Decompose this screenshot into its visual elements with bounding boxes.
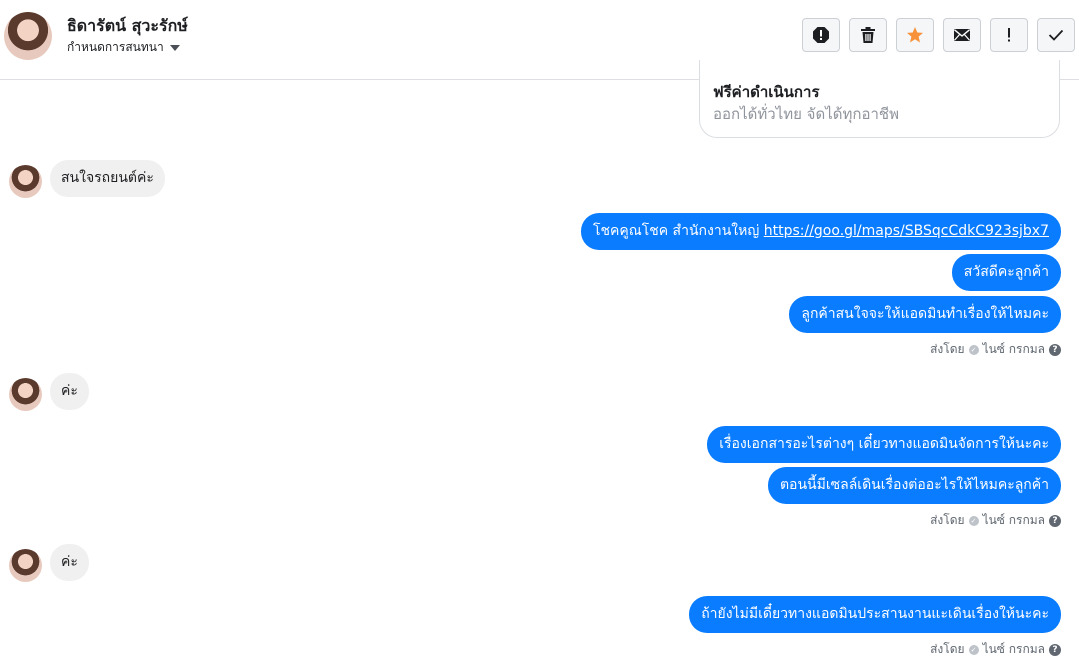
outgoing-message: เรื่องเอกสารอะไรต่างๆ เดี๋ยวทางแอดมินจัด… — [707, 426, 1061, 463]
contact-avatar[interactable] — [4, 12, 52, 60]
sender-avatar[interactable] — [9, 378, 42, 411]
mark-important-button[interactable] — [990, 18, 1028, 52]
mark-unread-button[interactable] — [943, 18, 981, 52]
important-icon — [1008, 28, 1010, 42]
outgoing-message: โชคคูณโชค สำนักงานใหญ่ https://goo.gl/ma… — [580, 213, 1061, 250]
star-button[interactable] — [896, 18, 934, 52]
sender-avatar[interactable] — [9, 549, 42, 582]
sent-by-label: ส่งโดย — [930, 513, 965, 527]
sender-name: ไนซ์ กรกมล — [982, 342, 1045, 356]
help-icon[interactable]: ? — [1049, 643, 1061, 656]
message-text: โชคคูณโชค สำนักงานใหญ่ — [592, 223, 764, 239]
verified-icon: ✓ — [968, 344, 979, 355]
contact-name[interactable]: ธิดารัตน์ สุวะรักษ์ — [67, 14, 188, 39]
sender-name: ไนซ์ กรกมล — [982, 642, 1045, 656]
incoming-message: สนใจรถยนต์ค่ะ — [50, 160, 165, 197]
outgoing-message: ตอนนี้มีเซลล์เดินเรื่องต่ออะไรให้ไหมคะลู… — [767, 467, 1061, 504]
verified-icon: ✓ — [968, 644, 979, 655]
map-link[interactable]: https://goo.gl/maps/SBSqcCdkC923sjbx7 — [764, 223, 1049, 239]
sent-by-label: ส่งโดย — [930, 342, 965, 356]
outgoing-message: สวัสดีคะลูกค้า — [951, 254, 1061, 291]
star-icon — [907, 27, 923, 43]
sent-by-info: ส่งโดย ✓ ไนซ์ กรกมล ? — [930, 640, 1061, 659]
sender-name: ไนซ์ กรกมล — [982, 513, 1045, 527]
outgoing-message: ถ้ายังไม่มีเดี๋ยวทางแอดมินประสานงานแะเดิ… — [689, 596, 1061, 633]
sender-avatar[interactable] — [9, 165, 42, 198]
sent-by-info: ส่งโดย ✓ ไนซ์ กรกมล ? — [930, 340, 1061, 359]
mail-icon — [954, 29, 970, 41]
promo-card-subtitle: ออกได้ทั่วไทย จัดได้ทุกอาชีพ — [713, 105, 899, 123]
caret-down-icon — [169, 44, 180, 51]
header-toolbar — [802, 18, 1075, 52]
spam-icon — [813, 27, 829, 43]
conversation-options-label: กำหนดการสนทนา — [67, 40, 164, 54]
help-icon[interactable]: ? — [1049, 514, 1061, 527]
help-icon[interactable]: ? — [1049, 343, 1061, 356]
trash-icon — [861, 27, 875, 43]
incoming-message: ค่ะ — [50, 544, 89, 581]
verified-icon: ✓ — [968, 515, 979, 526]
delete-button[interactable] — [849, 18, 887, 52]
mark-done-button[interactable] — [1037, 18, 1075, 52]
conversation-options[interactable]: กำหนดการสนทนา — [67, 38, 180, 57]
promo-card[interactable]: ฟรีค่าดำเนินการ ออกได้ทั่วไทย จัดได้ทุกอ… — [699, 60, 1060, 138]
sent-by-info: ส่งโดย ✓ ไนซ์ กรกมล ? — [930, 511, 1061, 530]
check-icon — [1048, 29, 1064, 41]
sent-by-label: ส่งโดย — [930, 642, 965, 656]
promo-card-title: ฟรีค่าดำเนินการ — [713, 83, 820, 101]
outgoing-message: ลูกค้าสนใจจะให้แอดมินทำเรื่องให้ไหมคะ — [789, 296, 1061, 333]
incoming-message: ค่ะ — [50, 373, 89, 410]
mark-spam-button[interactable] — [802, 18, 840, 52]
